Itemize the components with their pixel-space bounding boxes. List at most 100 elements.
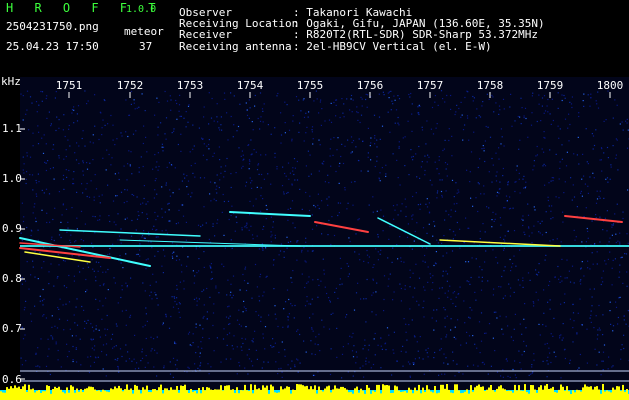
noise-dot bbox=[25, 300, 27, 302]
noise-dot bbox=[151, 348, 153, 350]
noise-dot bbox=[539, 232, 541, 234]
noise-dot bbox=[498, 113, 500, 115]
noise-dot bbox=[65, 169, 67, 171]
noise-dot bbox=[99, 285, 101, 287]
level-bar bbox=[362, 390, 364, 400]
noise-dot bbox=[264, 326, 267, 328]
noise-dot bbox=[202, 224, 204, 226]
noise-dot bbox=[423, 286, 425, 288]
noise-dot bbox=[543, 163, 545, 165]
noise-dot bbox=[28, 288, 30, 290]
level-bar bbox=[458, 390, 460, 400]
noise-dot bbox=[171, 252, 174, 254]
noise-dot bbox=[409, 269, 411, 271]
noise-dot bbox=[26, 109, 28, 111]
noise-dot bbox=[546, 105, 548, 107]
noise-dot bbox=[46, 117, 48, 119]
noise-dot bbox=[272, 264, 275, 266]
noise-dot bbox=[48, 271, 50, 273]
noise-dot bbox=[187, 105, 190, 107]
noise-dot bbox=[145, 337, 147, 340]
x-tick-label: 1752 bbox=[116, 79, 144, 92]
noise-dot bbox=[218, 146, 220, 148]
noise-dot bbox=[294, 364, 296, 366]
noise-dot bbox=[243, 306, 245, 308]
noise-dot bbox=[145, 355, 147, 357]
noise-dot bbox=[407, 361, 410, 363]
noise-dot bbox=[39, 366, 41, 368]
noise-dot bbox=[329, 301, 331, 303]
noise-dot bbox=[488, 207, 490, 209]
noise-dot bbox=[142, 282, 144, 284]
noise-dot bbox=[278, 254, 280, 256]
noise-dot bbox=[460, 344, 462, 346]
noise-dot bbox=[51, 336, 54, 338]
noise-dot bbox=[37, 347, 39, 349]
noise-dot bbox=[419, 208, 421, 210]
noise-dot bbox=[379, 253, 381, 255]
noise-dot bbox=[393, 331, 395, 333]
noise-dot bbox=[366, 249, 368, 252]
noise-dot bbox=[51, 326, 53, 328]
noise-dot bbox=[311, 214, 313, 216]
level-bar bbox=[306, 385, 308, 400]
noise-dot bbox=[223, 200, 225, 203]
noise-dot bbox=[404, 198, 406, 200]
noise-dot bbox=[572, 184, 574, 186]
noise-dot bbox=[367, 156, 369, 158]
noise-dot bbox=[394, 99, 396, 101]
noise-dot bbox=[129, 164, 131, 166]
noise-dot bbox=[126, 189, 128, 191]
noise-dot bbox=[328, 182, 330, 184]
noise-dot bbox=[583, 105, 585, 107]
noise-dot bbox=[580, 283, 582, 285]
noise-dot bbox=[625, 120, 627, 122]
noise-dot bbox=[571, 106, 573, 109]
noise-dot bbox=[291, 360, 293, 362]
noise-dot bbox=[582, 153, 584, 155]
noise-dot bbox=[487, 373, 489, 375]
level-bar bbox=[590, 386, 592, 400]
noise-dot bbox=[142, 165, 144, 168]
noise-dot bbox=[226, 112, 228, 114]
noise-dot bbox=[481, 269, 483, 271]
noise-dot bbox=[297, 359, 299, 361]
noise-dot bbox=[273, 259, 275, 261]
noise-dot bbox=[449, 229, 451, 231]
noise-dot bbox=[547, 301, 549, 303]
level-bar bbox=[268, 393, 270, 400]
noise-dot bbox=[230, 283, 232, 285]
noise-dot bbox=[55, 341, 57, 343]
noise-dot bbox=[402, 365, 404, 367]
noise-dot bbox=[206, 145, 208, 147]
level-bar bbox=[56, 388, 58, 400]
noise-dot bbox=[291, 305, 293, 307]
noise-dot bbox=[328, 119, 331, 121]
noise-dot bbox=[612, 365, 614, 367]
level-bar bbox=[216, 389, 218, 400]
level-bar bbox=[544, 385, 546, 400]
noise-dot bbox=[312, 330, 314, 332]
noise-dot bbox=[217, 121, 219, 123]
noise-dot bbox=[265, 204, 267, 207]
noise-dot bbox=[314, 343, 316, 345]
noise-dot bbox=[547, 363, 549, 365]
noise-dot bbox=[544, 110, 547, 112]
noise-dot bbox=[508, 283, 510, 285]
noise-dot bbox=[283, 191, 285, 193]
noise-dot bbox=[316, 98, 318, 100]
noise-dot bbox=[623, 347, 625, 350]
noise-dot bbox=[32, 212, 34, 214]
noise-dot bbox=[103, 283, 105, 285]
level-bar bbox=[506, 391, 508, 400]
noise-dot bbox=[185, 221, 187, 223]
noise-dot bbox=[597, 329, 599, 331]
noise-dot bbox=[303, 247, 305, 249]
noise-dot bbox=[414, 230, 416, 233]
noise-dot bbox=[601, 277, 603, 279]
noise-dot bbox=[417, 204, 419, 206]
noise-dot bbox=[79, 338, 81, 340]
noise-dot bbox=[306, 282, 308, 284]
noise-dot bbox=[502, 175, 504, 177]
noise-dot bbox=[567, 127, 569, 129]
